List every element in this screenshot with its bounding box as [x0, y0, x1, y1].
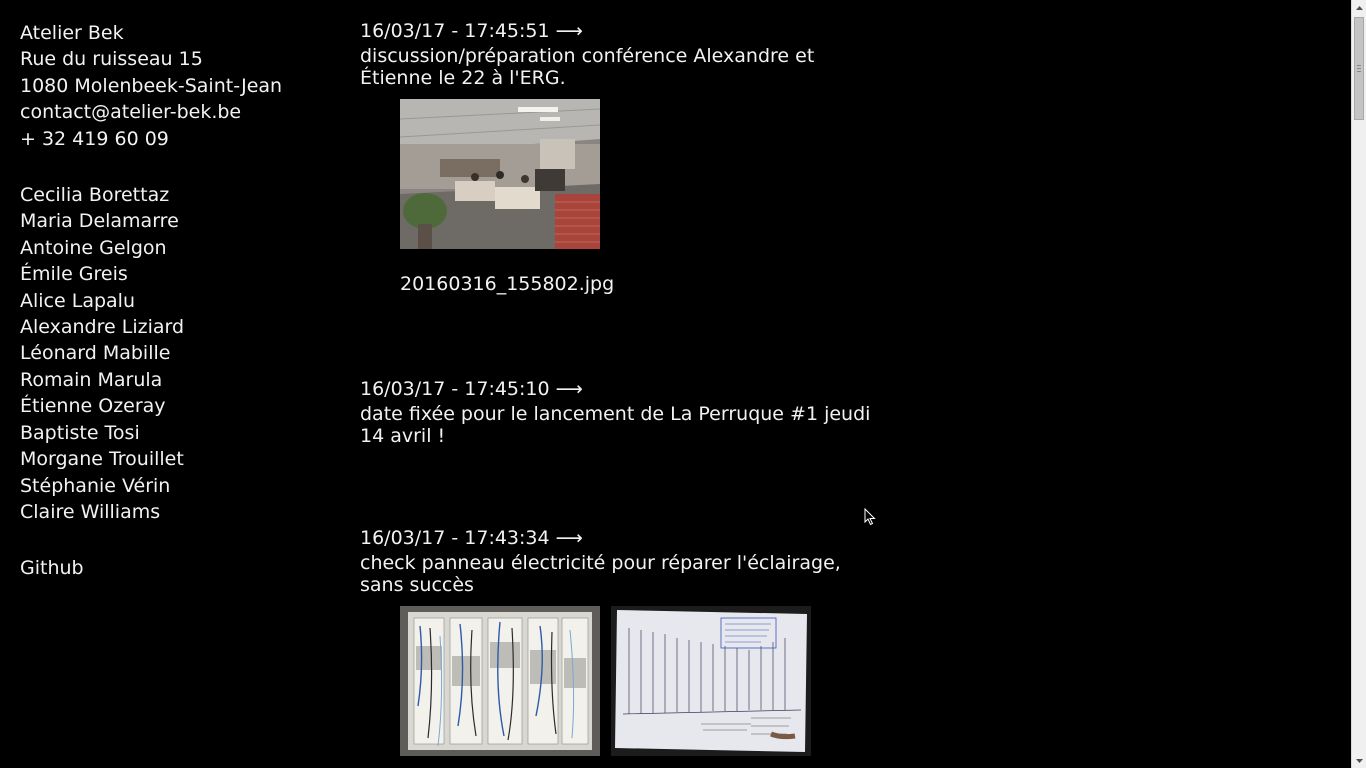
triangle-up-icon — [1356, 5, 1363, 10]
studio-city: 1080 Molenbeek-Saint-Jean — [20, 74, 283, 97]
arrow-right-icon[interactable]: ⟶ — [556, 378, 583, 400]
member-link[interactable]: Étienne Ozeray — [20, 393, 340, 419]
scrollbar-thumb[interactable] — [1354, 17, 1364, 120]
member-link[interactable]: Alice Lapalu — [20, 288, 340, 314]
triangle-down-icon — [1356, 758, 1363, 763]
member-link[interactable]: Claire Williams — [20, 499, 340, 525]
studio-phone: + 32 419 60 09 — [20, 127, 169, 150]
entry-spacer — [360, 296, 890, 376]
grip-line — [1357, 65, 1361, 66]
member-link[interactable]: Léonard Mabille — [20, 340, 340, 366]
entry-spacer — [360, 447, 890, 525]
entry-datetime: 16/03/17 - 17:45:10 — [360, 378, 550, 400]
grip-line — [1357, 71, 1361, 72]
entry-datetime: 16/03/17 - 17:45:51 — [360, 20, 550, 42]
entry-meta[interactable]: 16/03/17 - 17:45:51 ⟶ — [360, 18, 890, 45]
member-link[interactable]: Romain Marula — [20, 367, 340, 393]
entry-text: check panneau électricité pour réparer l… — [360, 552, 841, 596]
member-link[interactable]: Émile Greis — [20, 261, 340, 287]
entry-meta[interactable]: 16/03/17 - 17:43:34 ⟶ — [360, 525, 890, 552]
member-link[interactable]: Stéphanie Vérin — [20, 473, 340, 499]
image-caption: 20160316_155802.jpg — [400, 273, 615, 295]
mouse-pointer-icon — [864, 508, 876, 526]
sidebar: Atelier Bek Rue du ruisseau 15 1080 Mole… — [20, 20, 340, 582]
entry-images — [400, 606, 890, 756]
vertical-scrollbar[interactable] — [1351, 0, 1366, 768]
member-link[interactable]: Morgane Trouillet — [20, 446, 340, 472]
scroll-up-button[interactable] — [1352, 0, 1366, 15]
grip-line — [1357, 68, 1361, 69]
log-entry: 16/03/17 - 17:45:10 ⟶ date fixée pour le … — [360, 376, 890, 447]
page: Atelier Bek Rue du ruisseau 15 1080 Mole… — [0, 0, 1366, 768]
wiring-diagram-photo[interactable] — [611, 606, 811, 756]
studio-name: Atelier Bek — [20, 22, 124, 44]
member-list: Cecilia Borettaz Maria Delamarre Antoine… — [20, 182, 340, 525]
electrical-panel-photo[interactable] — [400, 606, 600, 756]
member-link[interactable]: Baptiste Tosi — [20, 420, 340, 446]
studio-street: Rue du ruisseau 15 — [20, 48, 203, 71]
member-link[interactable]: Antoine Gelgon — [20, 235, 340, 261]
entry-images — [400, 99, 890, 249]
arrow-right-icon[interactable]: ⟶ — [556, 20, 583, 42]
member-link[interactable]: Alexandre Liziard — [20, 314, 340, 340]
entry-text: discussion/préparation conférence Alexan… — [360, 45, 815, 89]
scroll-down-button[interactable] — [1352, 753, 1366, 768]
workshop-photo[interactable] — [400, 99, 600, 249]
studio-info: Atelier Bek Rue du ruisseau 15 1080 Mole… — [20, 20, 340, 152]
entry-text: date fixée pour le lancement de La Perru… — [360, 403, 871, 447]
entry-datetime: 16/03/17 - 17:43:34 — [360, 527, 550, 549]
arrow-right-icon[interactable]: ⟶ — [556, 527, 583, 549]
github-link[interactable]: Github — [20, 555, 340, 581]
log-feed: 16/03/17 - 17:45:51 ⟶ discussion/préparat… — [360, 18, 890, 756]
entry-meta[interactable]: 16/03/17 - 17:45:10 ⟶ — [360, 376, 890, 403]
log-entry: 16/03/17 - 17:45:51 ⟶ discussion/préparat… — [360, 18, 890, 296]
log-entry: 16/03/17 - 17:43:34 ⟶ check panneau élect… — [360, 525, 890, 756]
member-link[interactable]: Maria Delamarre — [20, 208, 340, 234]
member-link[interactable]: Cecilia Borettaz — [20, 182, 340, 208]
studio-email-link[interactable]: contact@atelier-bek.be — [20, 99, 340, 125]
